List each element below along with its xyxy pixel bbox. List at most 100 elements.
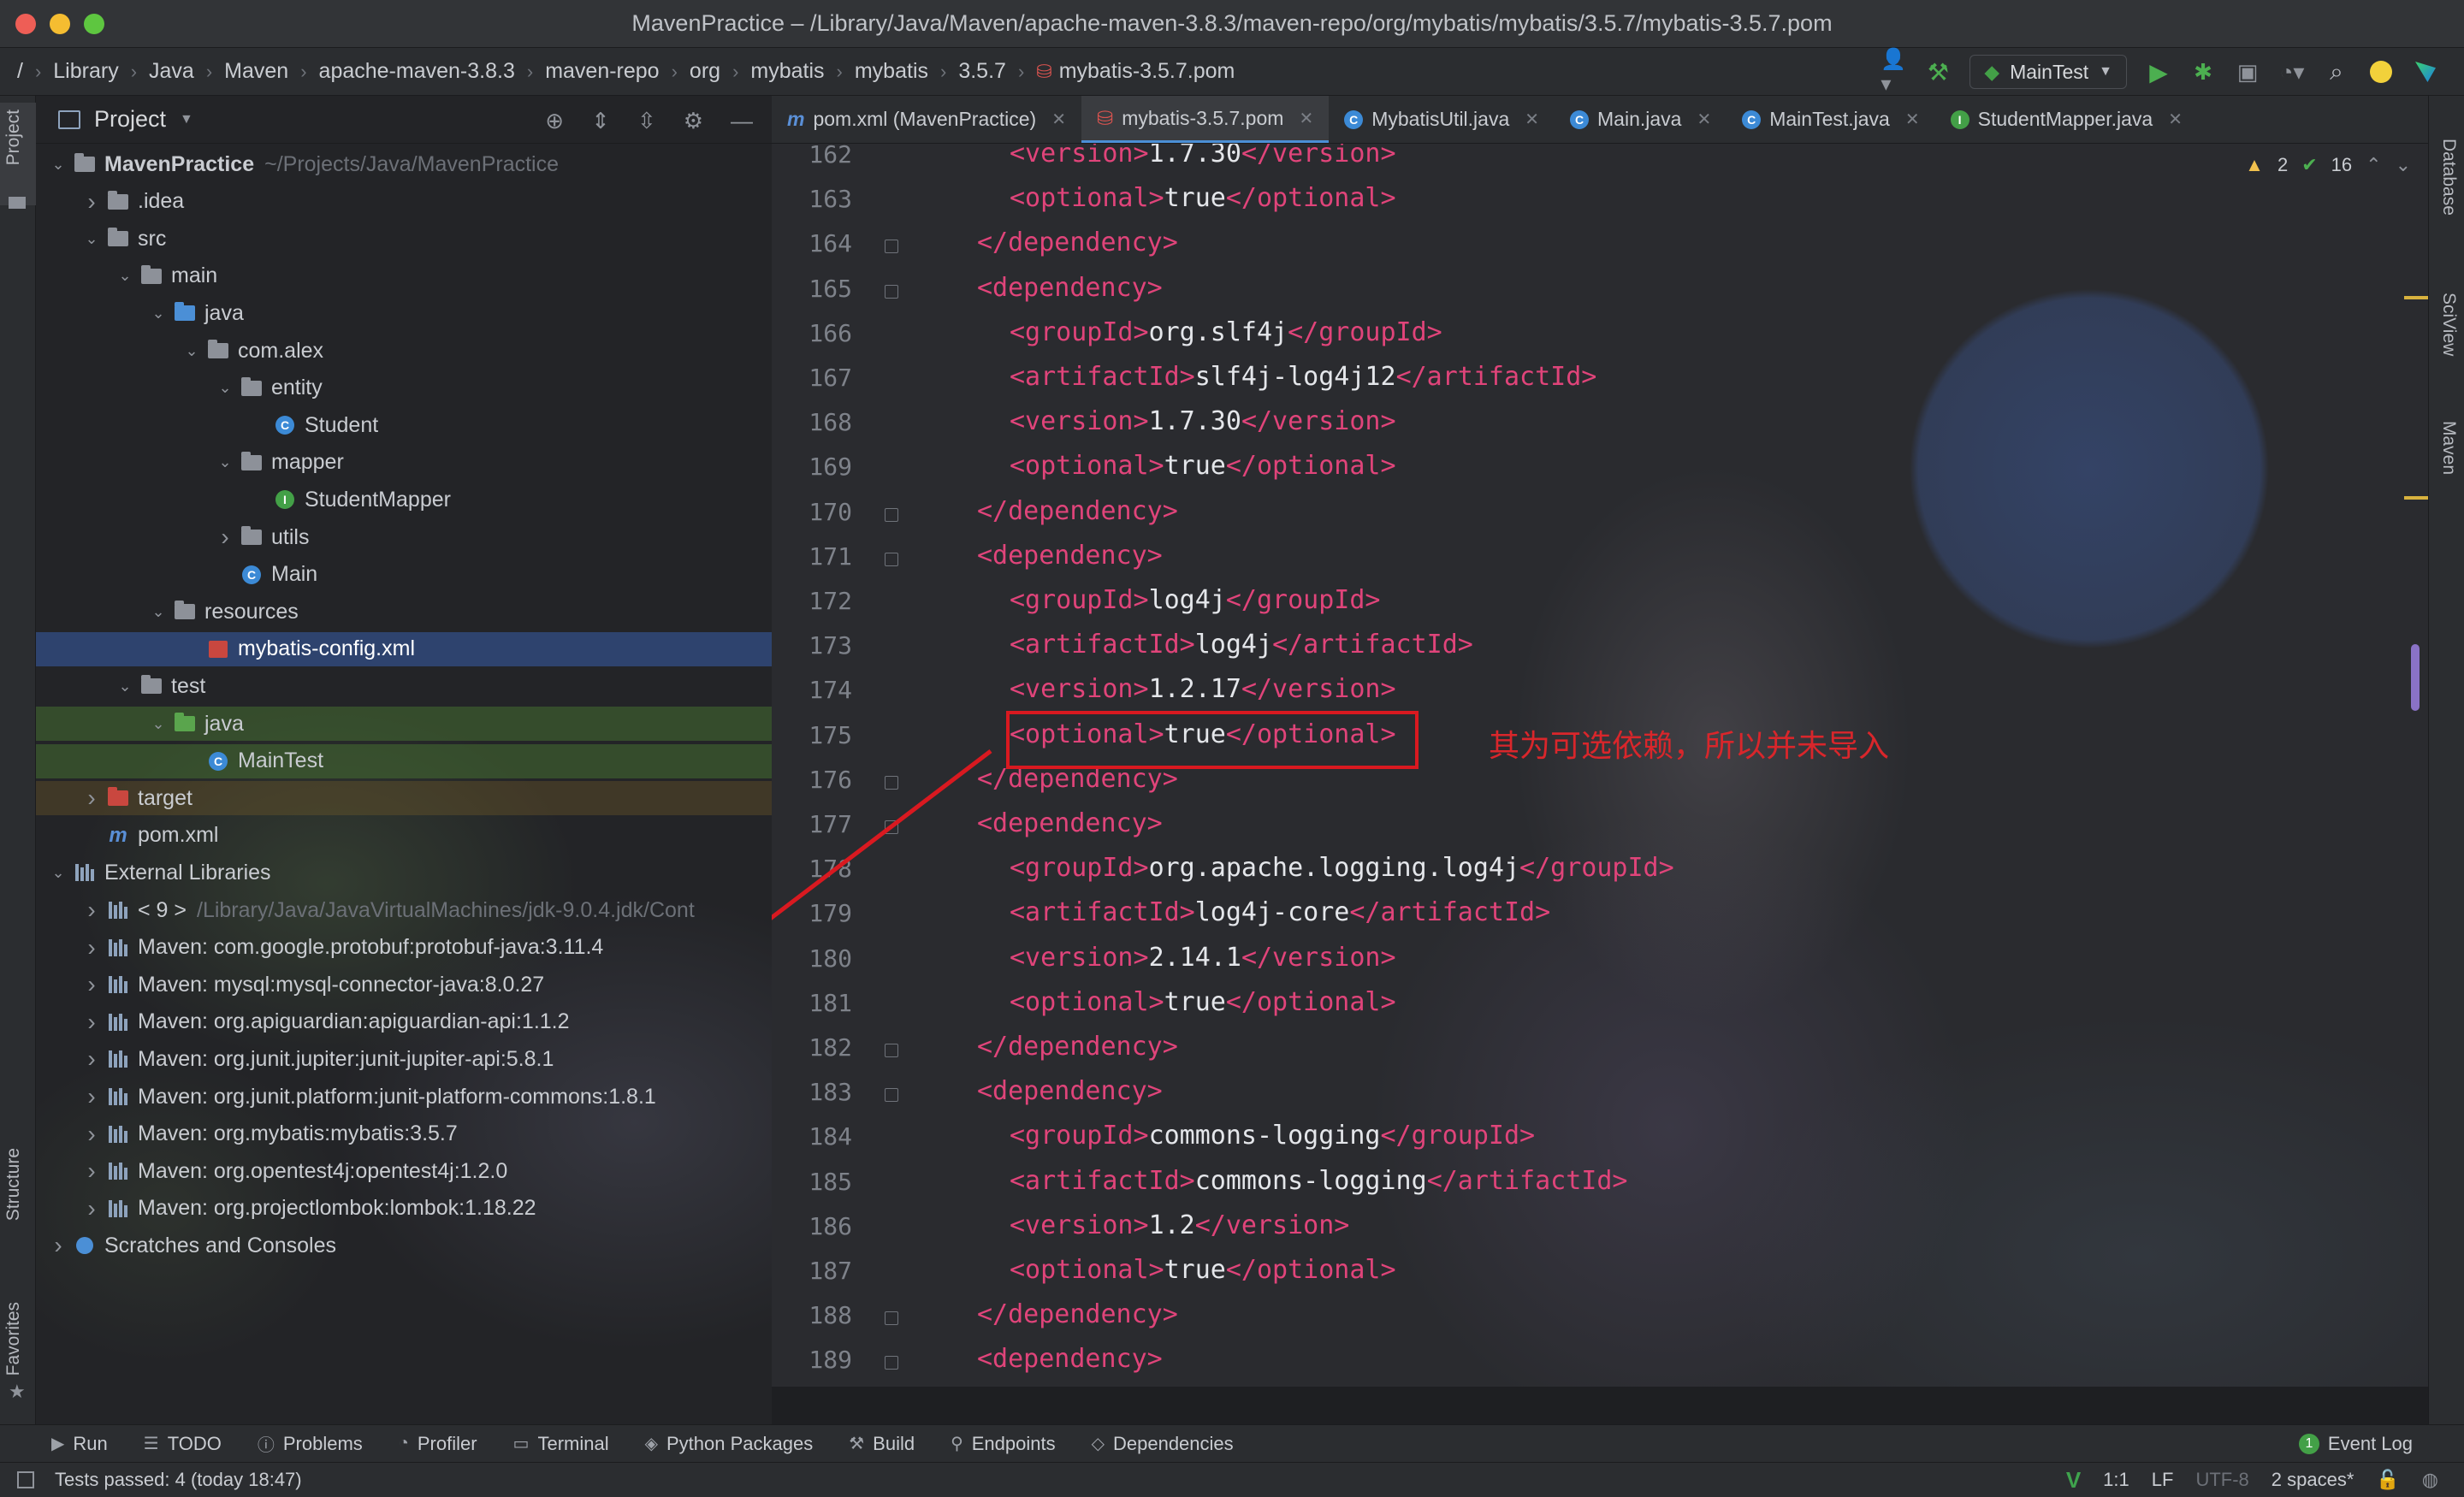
tree-node[interactable]: › Maven: org.opentest4j:opentest4j:1.2.0 xyxy=(36,1154,772,1188)
tree-node[interactable]: ⌄ com.alex xyxy=(36,334,772,368)
debug-icon[interactable]: ✱ xyxy=(2190,59,2216,85)
breadcrumb-item[interactable]: apache-maven-3.8.3 xyxy=(319,59,515,84)
tree-node[interactable]: mybatis-config.xml xyxy=(36,631,772,666)
run-icon[interactable]: ▶ xyxy=(2146,59,2171,86)
tree-node[interactable]: › .idea xyxy=(36,185,772,219)
tree-node[interactable]: ⌄ java xyxy=(36,296,772,330)
tree-node[interactable]: ⌄ mapper xyxy=(36,446,772,480)
tree-node[interactable]: m pom.xml xyxy=(36,819,772,853)
locate-icon[interactable]: ⊕ xyxy=(545,108,564,134)
breadcrumb-item[interactable]: Library xyxy=(53,59,118,84)
chevron-down-icon[interactable]: ⌄ xyxy=(148,715,169,733)
code-editor[interactable]: 162 163 164 165 166 167 168 169 170 171 172 173 174 1… xyxy=(772,144,2428,1387)
tree-node[interactable]: ⌄ src xyxy=(36,222,772,256)
tool-tab-project[interactable]: Project xyxy=(3,109,24,165)
tree-node[interactable]: › Maven: org.mybatis:mybatis:3.5.7 xyxy=(36,1117,772,1151)
tool-tab-sciview[interactable]: SciView xyxy=(2438,293,2459,356)
tool-window-dependencies[interactable]: ◇ Dependencies xyxy=(1092,1433,1234,1455)
tree-node[interactable]: › Maven: com.google.protobuf:protobuf-jav… xyxy=(36,931,772,965)
chevron-up-icon[interactable]: ⌃ xyxy=(2366,154,2381,176)
lock-icon[interactable]: 🔓 xyxy=(2376,1469,2399,1491)
tool-window-profiler[interactable]: ◔ Profiler xyxy=(399,1433,477,1455)
tree-node[interactable]: › Maven: org.junit.jupiter:junit-jupiter-… xyxy=(36,1042,772,1076)
memory-indicator-icon[interactable]: ◍ xyxy=(2422,1469,2438,1491)
breadcrumb-item[interactable]: mybatis xyxy=(855,59,928,84)
chevron-down-icon[interactable]: ⌄ xyxy=(2396,154,2411,176)
close-tab-icon[interactable]: ✕ xyxy=(1051,109,1066,130)
coverage-icon[interactable]: ▣ xyxy=(2235,59,2260,85)
tree-node[interactable]: › Maven: org.projectlombok:lombok:1.18.22 xyxy=(36,1192,772,1226)
tree-node[interactable]: C Student xyxy=(36,408,772,442)
chevron-down-icon[interactable]: ⌄ xyxy=(215,453,235,471)
chevron-right-icon[interactable]: › xyxy=(81,1195,102,1222)
tool-window-problems[interactable]: ⓘ Problems xyxy=(258,1431,363,1456)
chevron-down-icon[interactable]: ⌄ xyxy=(81,230,102,248)
chevron-down-icon[interactable]: ⌄ xyxy=(115,677,135,695)
tree-node[interactable]: › Scratches and Consoles xyxy=(36,1228,772,1263)
user-icon[interactable]: 👤▾ xyxy=(1881,48,1906,96)
close-tab-icon[interactable]: ✕ xyxy=(1905,109,1920,130)
editor-tab[interactable]: ⛁ mybatis-3.5.7.pom ✕ xyxy=(1081,96,1330,143)
tree-node[interactable]: ⌄ main xyxy=(36,259,772,293)
tree-node[interactable]: ⌄ java xyxy=(36,707,772,741)
chevron-down-icon[interactable]: ⌄ xyxy=(215,379,235,397)
chevron-right-icon[interactable]: › xyxy=(81,1157,102,1185)
tree-node[interactable]: ⌄ entity xyxy=(36,371,772,405)
editor-tab[interactable]: I StudentMapper.java ✕ xyxy=(1935,96,2198,143)
tree-node[interactable]: ⌄ resources xyxy=(36,595,772,629)
chevron-down-icon[interactable]: ⌄ xyxy=(148,603,169,621)
chevron-right-icon[interactable]: › xyxy=(48,1232,68,1259)
tree-node[interactable]: ⌄ External Libraries xyxy=(36,855,772,890)
breadcrumb-item[interactable]: / xyxy=(17,59,23,84)
chevron-right-icon[interactable]: › xyxy=(81,1045,102,1073)
breadcrumb-item[interactable]: org xyxy=(690,59,720,84)
chevron-right-icon[interactable]: › xyxy=(81,784,102,812)
breadcrumb-item[interactable]: maven-repo xyxy=(545,59,659,84)
editor-tab[interactable]: m pom.xml (MavenPractice) ✕ xyxy=(772,96,1081,143)
vim-icon[interactable]: V xyxy=(2066,1467,2081,1494)
close-tab-icon[interactable]: ✕ xyxy=(2168,109,2183,130)
expand-all-icon[interactable]: ⇕ xyxy=(591,108,610,134)
indent-setting[interactable]: 2 spaces* xyxy=(2272,1469,2354,1491)
inspection-widget[interactable]: ▲ 2 ✔ 16 ⌃ ⌄ xyxy=(2245,154,2411,176)
build-hammer-icon[interactable]: ⚒ xyxy=(1925,59,1951,86)
close-tab-icon[interactable]: ✕ xyxy=(1697,109,1711,130)
collapse-all-icon[interactable]: ⇳ xyxy=(637,108,656,134)
chevron-down-icon[interactable]: ⌄ xyxy=(48,156,68,174)
chevron-right-icon[interactable]: › xyxy=(81,1009,102,1036)
tool-window-python-packages[interactable]: ◈ Python Packages xyxy=(645,1433,814,1455)
updates-icon[interactable] xyxy=(2368,59,2394,85)
minimize-window-button[interactable] xyxy=(50,14,70,34)
chevron-right-icon[interactable]: › xyxy=(81,1121,102,1148)
profile-icon[interactable]: ◔▾ xyxy=(2279,59,2305,85)
scrollbar-thumb[interactable] xyxy=(2411,644,2420,711)
hide-panel-icon[interactable]: — xyxy=(731,108,753,134)
tree-node[interactable]: › Maven: org.junit.platform:junit-platfor… xyxy=(36,1080,772,1114)
breadcrumb-file[interactable]: ⛁ mybatis-3.5.7.pom xyxy=(1036,59,1235,84)
chevron-down-icon[interactable]: ⌄ xyxy=(115,267,135,285)
tool-tab-structure[interactable]: Structure xyxy=(3,1148,24,1221)
tree-node[interactable]: C MainTest xyxy=(36,743,772,778)
tool-window-build[interactable]: ⚒ Build xyxy=(849,1433,915,1455)
tree-node[interactable]: › < 9 > /Library/Java/JavaVirtualMachines… xyxy=(36,893,772,927)
tree-node[interactable]: › Maven: mysql:mysql-connector-java:8.0.2… xyxy=(36,967,772,1002)
close-window-button[interactable] xyxy=(15,14,36,34)
search-icon[interactable]: ⌕ xyxy=(2324,58,2349,85)
layout-icon[interactable] xyxy=(17,1471,34,1488)
chevron-right-icon[interactable]: › xyxy=(215,524,235,551)
line-separator[interactable]: LF xyxy=(2152,1469,2174,1491)
chevron-right-icon[interactable]: › xyxy=(81,188,102,216)
file-encoding[interactable]: UTF-8 xyxy=(2195,1469,2248,1491)
chevron-right-icon[interactable]: › xyxy=(81,1083,102,1110)
chevron-down-icon[interactable]: ▼ xyxy=(180,112,193,127)
breadcrumb-item[interactable]: Maven xyxy=(224,59,288,84)
event-log-button[interactable]: 1 Event Log xyxy=(2298,1433,2413,1455)
chevron-down-icon[interactable]: ⌄ xyxy=(148,305,169,322)
chevron-right-icon[interactable]: › xyxy=(81,934,102,962)
tool-tab-favorites[interactable]: Favorites xyxy=(3,1302,24,1376)
status-message[interactable]: Tests passed: 4 (today 18:47) xyxy=(55,1469,302,1491)
tree-node[interactable]: ⌄ MavenPractice ~/Projects/Java/MavenPrac… xyxy=(36,147,772,181)
tree-node[interactable]: C Main xyxy=(36,558,772,592)
breadcrumb-item[interactable]: 3.5.7 xyxy=(958,59,1006,84)
chevron-down-icon[interactable]: ⌄ xyxy=(181,342,202,360)
